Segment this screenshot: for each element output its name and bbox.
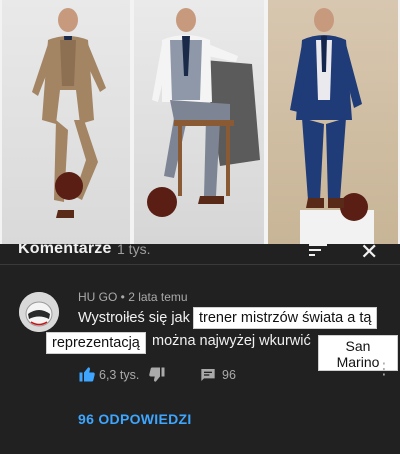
- comment-actions: 6,3 tys. 96 ⋮: [78, 362, 392, 388]
- more-options-icon[interactable]: ⋮: [376, 362, 392, 378]
- view-replies-button[interactable]: 96 ODPOWIEDZI: [78, 411, 192, 427]
- like-count: 6,3 tys.: [99, 368, 140, 382]
- photo-panel-2: [134, 0, 264, 244]
- comments-title: Komentarze: [18, 244, 112, 257]
- comment-text-continued: można najwyżej wkurwić: [152, 333, 311, 349]
- caption-highlight-3-line1: San: [345, 338, 371, 354]
- comment-meta: HU GO • 2 lata temu: [78, 290, 188, 304]
- comments-header: Komentarze 1 tys. ✕: [0, 244, 400, 264]
- reply-comment-icon[interactable]: [200, 367, 216, 388]
- photo-strip: [0, 0, 400, 244]
- man-standing-with-ball-illustration: [290, 8, 374, 244]
- man-seated-with-ball-illustration: [147, 8, 260, 217]
- header-divider: [0, 264, 400, 265]
- photo-panel-1: [2, 0, 130, 244]
- avatar[interactable]: [19, 292, 59, 332]
- thumbs-down-icon[interactable]: [148, 366, 166, 389]
- thumbs-up-icon[interactable]: [78, 365, 96, 388]
- reply-count: 96: [222, 368, 236, 382]
- close-icon[interactable]: ✕: [360, 244, 378, 263]
- photo-panel-3: [268, 0, 398, 244]
- man-kicking-ball-illustration: [32, 8, 106, 218]
- helmet-avatar-icon: [19, 292, 59, 332]
- comments-count: 1 tys.: [117, 244, 151, 257]
- comment-text-start: Wystroiłeś się jak: [78, 310, 190, 326]
- caption-highlight-1: trener mistrzów świata a tą: [193, 307, 378, 329]
- sort-icon[interactable]: [307, 244, 329, 263]
- caption-highlight-2: reprezentacją: [46, 332, 146, 354]
